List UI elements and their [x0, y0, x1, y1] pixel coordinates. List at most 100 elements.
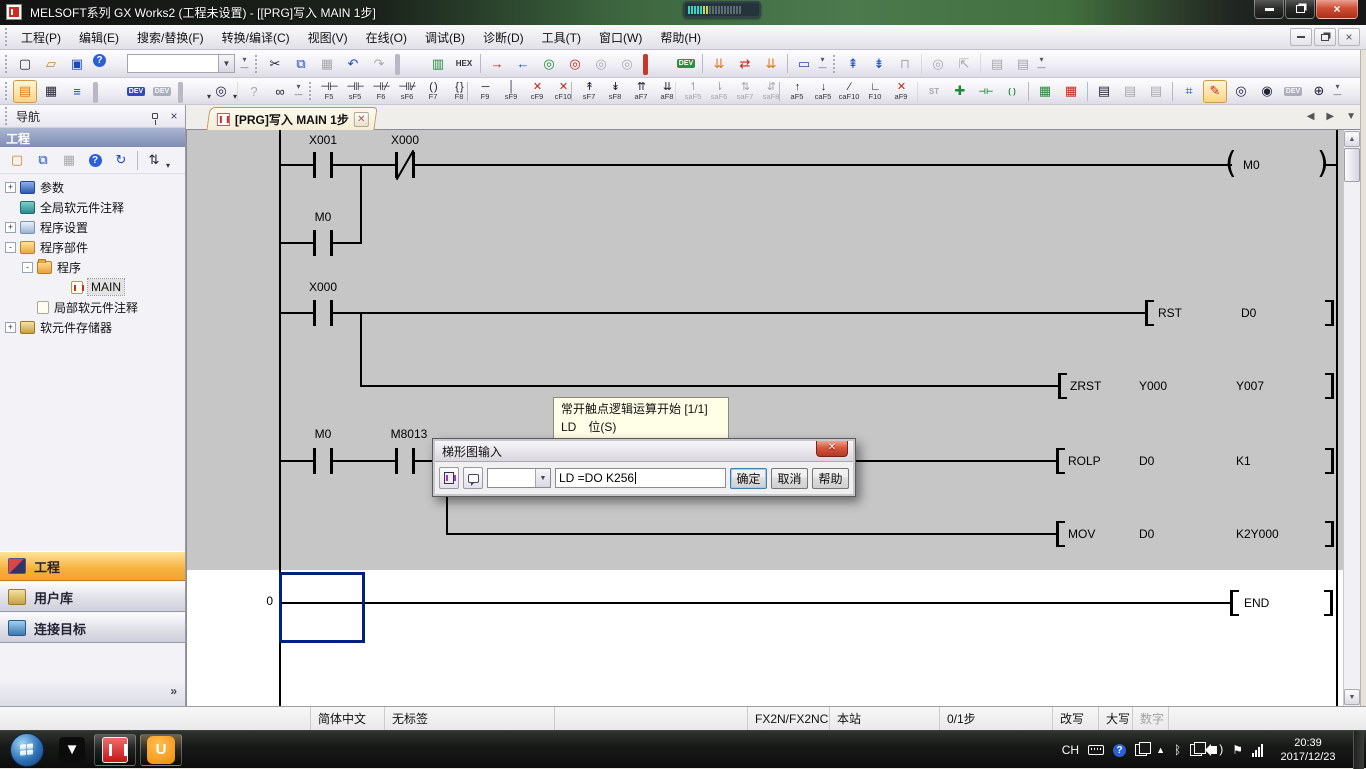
closed-contact-x000[interactable] — [395, 152, 415, 178]
monitor-pause-icon[interactable]: ◎ — [589, 52, 613, 75]
connection-display-icon[interactable]: ⌗ — [1177, 80, 1201, 103]
invert-falling-pulse-button[interactable]: ⇂saF6 — [706, 79, 732, 104]
instruction-arg[interactable]: D0 — [1241, 306, 1256, 320]
note-jump-icon[interactable]: ⇊ — [759, 52, 783, 75]
scroll-up-icon[interactable]: ▲ — [1344, 131, 1360, 147]
cancel-button[interactable]: 取消 — [771, 468, 808, 489]
instruction-op[interactable]: ROLP — [1068, 454, 1101, 468]
delete-vertical-line-button[interactable]: ✕cF10 — [550, 79, 576, 104]
edit-cursor[interactable] — [279, 572, 365, 643]
instruction-arg[interactable]: K1 — [1236, 454, 1251, 468]
device-batch-monitor-icon[interactable]: ◎ — [926, 52, 950, 75]
menu-item[interactable]: 诊断(D) — [474, 25, 533, 50]
open-contact-x000[interactable] — [313, 300, 333, 326]
open-contact-button[interactable]: ⊣⊢F5 — [316, 79, 342, 104]
function-input-combobox[interactable]: ▼ — [127, 54, 235, 73]
device-reference-icon[interactable] — [124, 80, 148, 103]
network-signal-icon[interactable] — [1252, 744, 1263, 757]
vertical-scrollbar[interactable]: ▲ ▼ — [1343, 130, 1360, 706]
coil-button[interactable]: ( )F7 — [420, 79, 446, 104]
taskbar-foobar2000-icon[interactable]: ▼ — [52, 733, 92, 767]
tree-expander-icon[interactable]: - — [5, 242, 16, 253]
monitor-stop-all-icon[interactable]: ⇟ — [867, 52, 891, 75]
toolbar-overflow-icon[interactable]: ▾— — [1332, 83, 1343, 99]
open-project-icon[interactable]: ▱ — [39, 52, 63, 75]
open-contact-x001[interactable] — [313, 152, 333, 178]
read-from-plc-icon[interactable]: ← — [511, 52, 535, 75]
navigation-window-icon[interactable]: ▤ — [13, 80, 37, 103]
tree-item-main[interactable]: MAIN — [0, 277, 185, 297]
taskbar-uc-browser-button[interactable]: U — [140, 734, 182, 766]
note-edit-icon[interactable]: ▤ — [1118, 80, 1142, 103]
output-window-icon[interactable]: ≡ — [65, 80, 89, 103]
data-property-icon[interactable]: i — [83, 149, 107, 172]
stack-button-connection[interactable]: 连接目标 — [0, 613, 185, 643]
combobox-dropdown-icon[interactable]: ▼ — [535, 469, 550, 487]
delete-line-button[interactable]: ✕aF9 — [888, 79, 914, 104]
read-mode-icon[interactable]: ◎ — [1229, 80, 1253, 103]
declaration-edit-icon[interactable]: ▤ — [1144, 80, 1168, 103]
program-list-icon[interactable]: ▤ — [985, 52, 1009, 75]
toolbar-overflow-icon[interactable]: ▾— — [293, 83, 304, 99]
undo-icon[interactable]: ↶ — [341, 52, 365, 75]
tree-item-local-comment[interactable]: 局部软元件注释 — [0, 297, 185, 317]
delete-horizontal-line-button[interactable]: ✕cF9 — [524, 79, 550, 104]
menu-item[interactable]: 编辑(E) — [70, 25, 128, 50]
open-contact-m8013[interactable] — [395, 448, 415, 474]
menu-item[interactable]: 视图(V) — [299, 25, 357, 50]
change-instruction-icon[interactable]: ⊓ — [893, 52, 917, 75]
minimize-button[interactable] — [1254, 0, 1284, 19]
vertical-line-button[interactable]: │sF9 — [498, 79, 524, 104]
parallel-invert-rising-pulse-button[interactable]: ⇅saF7 — [732, 79, 758, 104]
save-project-icon[interactable]: ▣ — [65, 52, 89, 75]
inline-st-icon[interactable]: ST — [922, 80, 946, 103]
paste-data-icon[interactable]: ▦ — [57, 149, 81, 172]
device-comment-icon[interactable] — [648, 52, 672, 75]
ladder-symbol-tool-icon[interactable] — [439, 467, 459, 489]
dialog-close-button[interactable]: ✕ — [816, 441, 848, 457]
horizontal-line-button[interactable]: ─F9 — [472, 79, 498, 104]
tab-close-icon[interactable]: ✕ — [354, 112, 369, 127]
function-block-selection-icon[interactable]: ▦ — [39, 80, 63, 103]
parallel-rising-pulse-button[interactable]: ⇈aF7 — [628, 79, 654, 104]
tree-expander-icon[interactable]: + — [5, 182, 16, 193]
hex-display-icon[interactable]: HEX — [452, 52, 476, 75]
closed-contact-button[interactable]: ⊣⊬F6 — [368, 79, 394, 104]
tree-item-pou[interactable]: - 程序部件 — [0, 237, 185, 257]
zoom-icon[interactable]: ⊕ — [1307, 80, 1331, 103]
instruction-input[interactable]: LD =DO K256 — [555, 468, 726, 488]
action-center-flag-icon[interactable]: ⚑ — [1232, 743, 1243, 757]
toolbar-overflow-icon[interactable]: ▾— — [817, 56, 828, 72]
window-switch-icon[interactable] — [1190, 744, 1202, 756]
instruction-op[interactable]: END — [1244, 596, 1269, 610]
toolbar-overflow-icon[interactable]: ▾— — [1036, 56, 1047, 72]
instruction-arg[interactable]: D0 — [1139, 527, 1154, 541]
coil-device[interactable]: M0 — [1243, 158, 1260, 172]
instruction-arg[interactable]: Y007 — [1236, 379, 1264, 393]
open-contact-m0[interactable] — [313, 230, 333, 256]
start-button[interactable] — [10, 733, 44, 767]
open-contact-m0[interactable] — [313, 448, 333, 474]
mdi-close-button[interactable]: × — [1338, 28, 1360, 46]
find-replace-icon[interactable]: ∞ — [268, 80, 292, 103]
parallel-open-contact-button[interactable]: ⊣⊩sF5 — [342, 79, 368, 104]
paste-icon[interactable]: ▦ — [315, 52, 339, 75]
cut-icon[interactable]: ✂ — [263, 52, 287, 75]
close-panel-icon[interactable]: × — [166, 109, 182, 124]
parallel-invert-falling-pulse-button[interactable]: ⇵saF8 — [758, 79, 784, 104]
taskbar-clock[interactable]: 20:39 2017/12/23 — [1272, 736, 1344, 764]
ok-button[interactable]: 确定 — [730, 468, 767, 489]
delete-slash-button[interactable]: ∕caF10 — [836, 79, 862, 104]
tree-item-program[interactable]: - 程序 — [0, 257, 185, 277]
interrupt-program-list-icon[interactable]: ▤ — [1011, 52, 1035, 75]
insert-row-icon[interactable]: ▦ — [1033, 80, 1057, 103]
remote-operation-icon[interactable]: ▭ — [792, 52, 816, 75]
instruction-op[interactable]: ZRST — [1070, 379, 1101, 393]
edit-block-icon[interactable]: ✚ — [948, 80, 972, 103]
help-tray-icon[interactable] — [1113, 744, 1126, 757]
instruction-op[interactable]: RST — [1158, 306, 1182, 320]
menu-item[interactable]: 在线(O) — [357, 25, 416, 50]
tab-main-program[interactable]: [PRG]写入 MAIN 1步 ✕ — [206, 107, 377, 130]
redo-icon[interactable]: ↷ — [367, 52, 391, 75]
convert-operation-button[interactable]: ↓caF5 — [810, 79, 836, 104]
